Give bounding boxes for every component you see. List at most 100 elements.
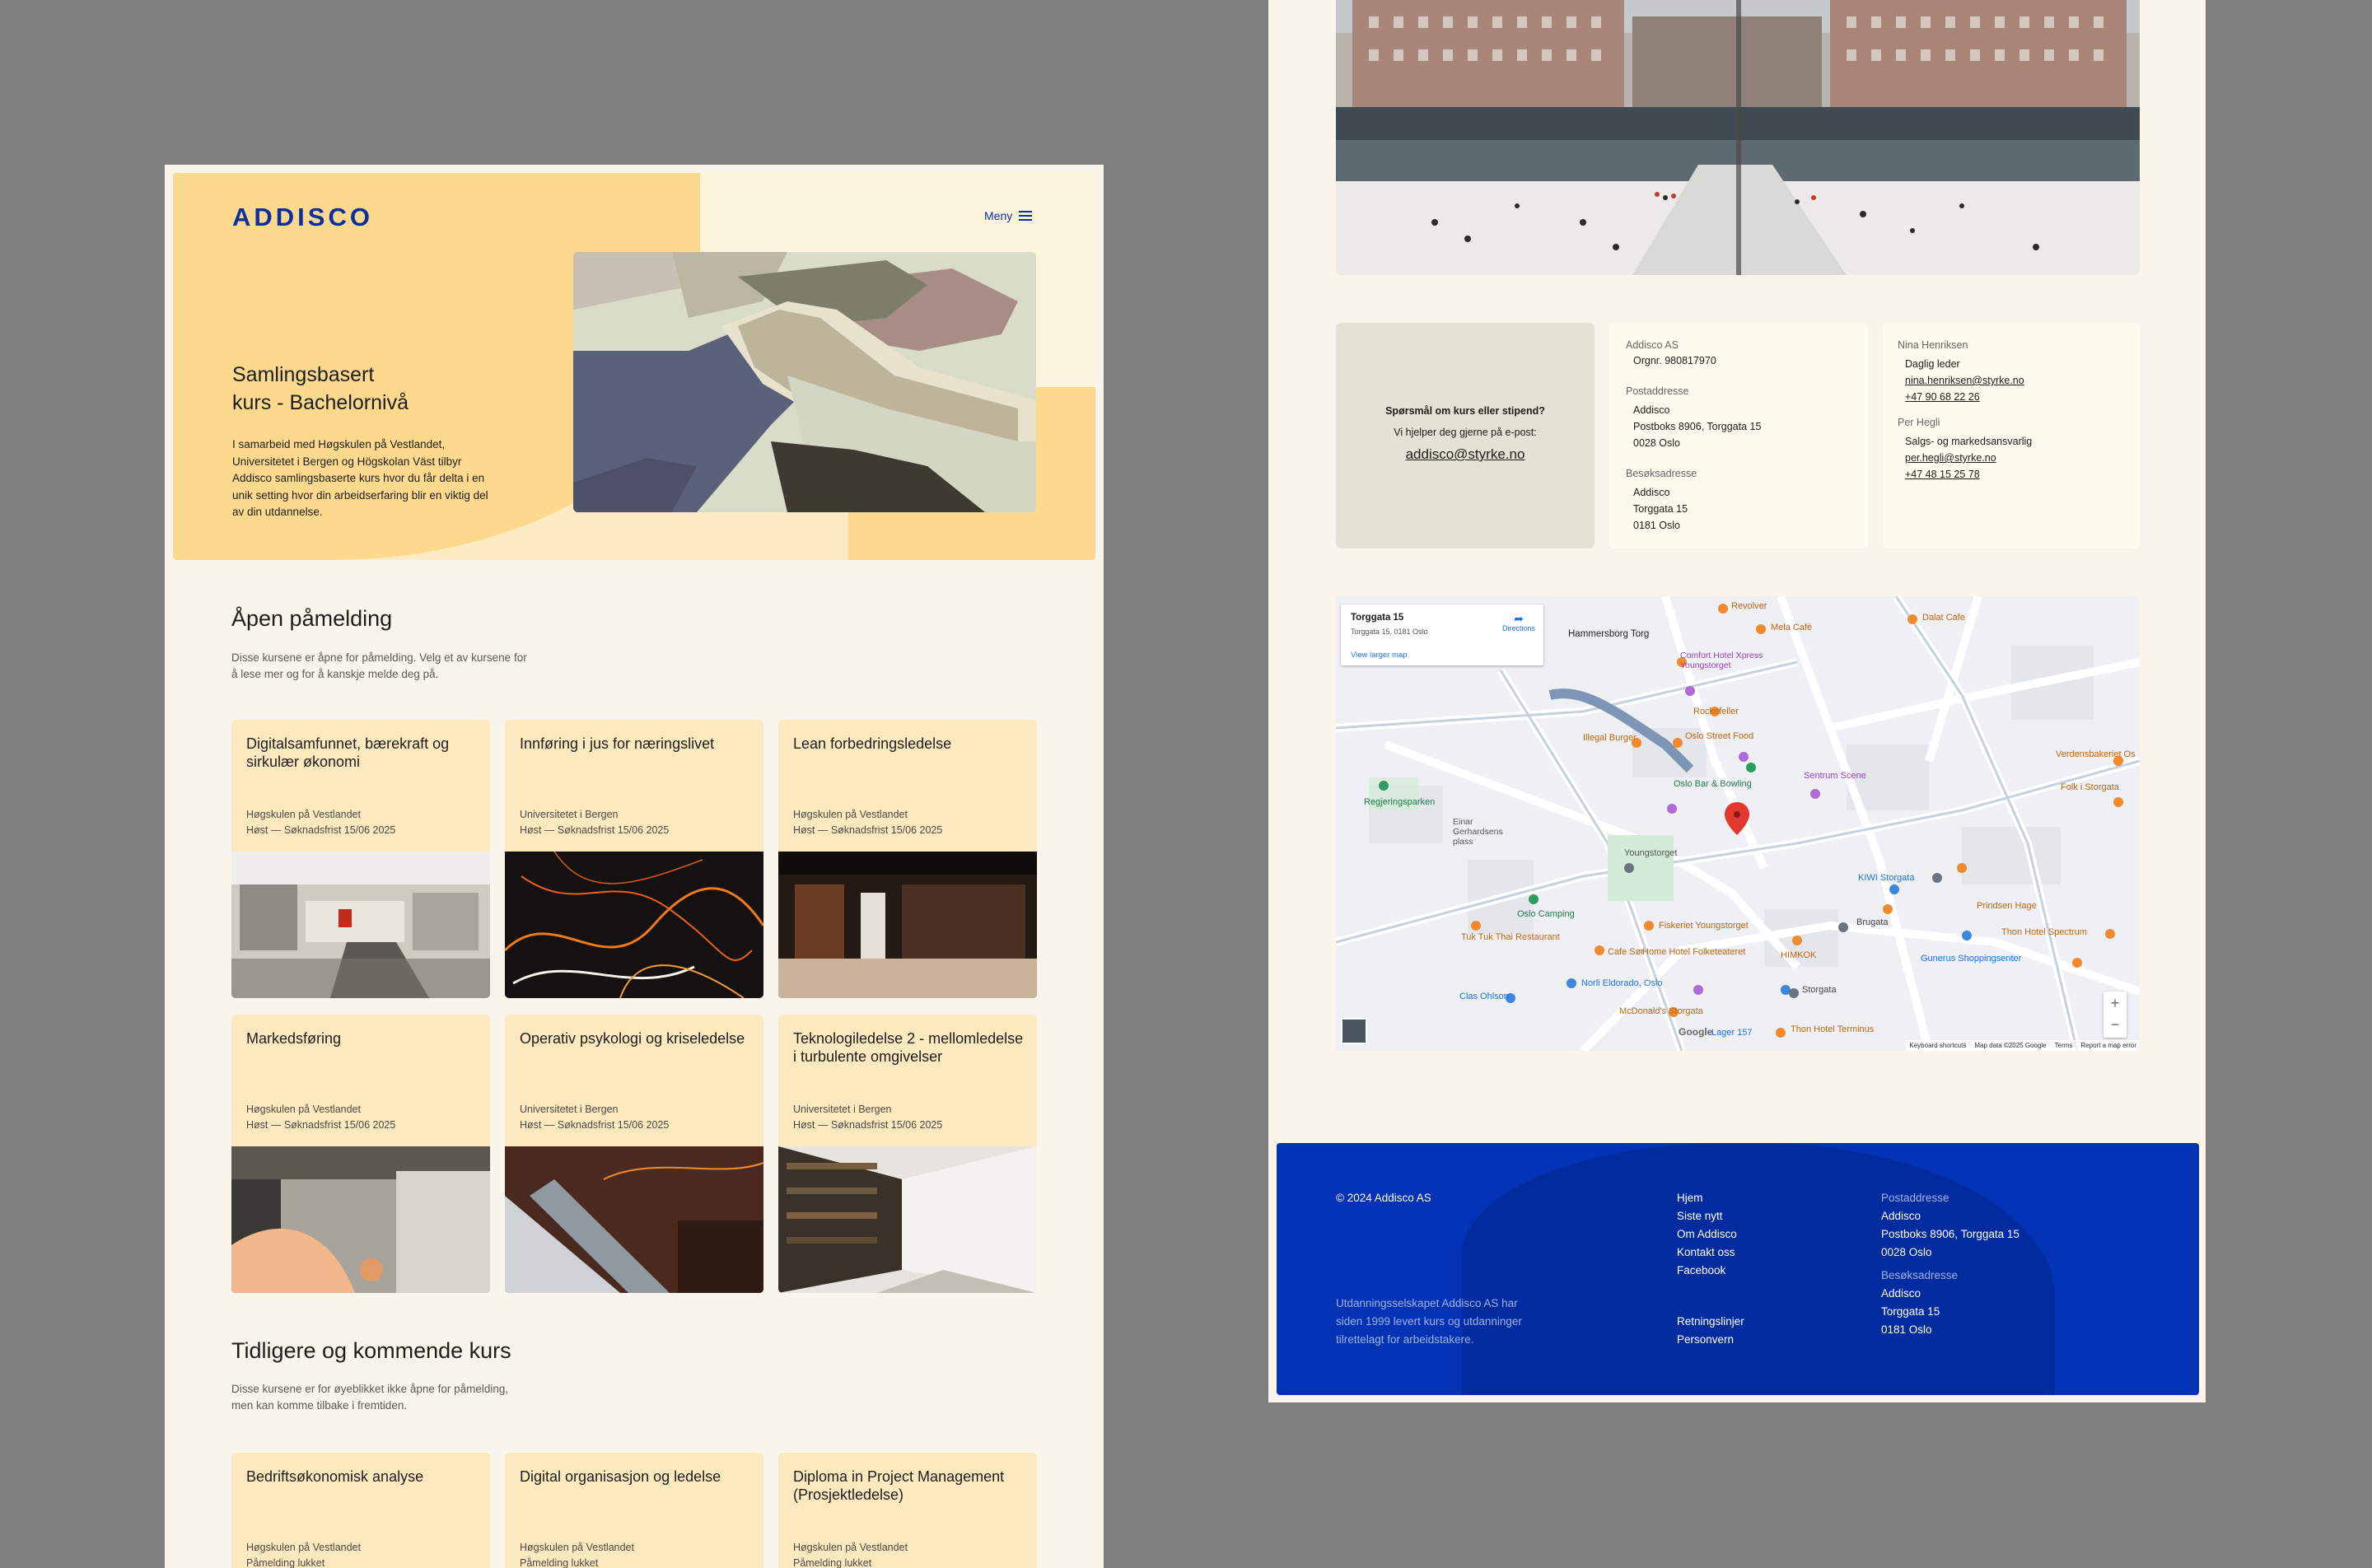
person-phone-link[interactable]: +47 90 68 22 26 (1905, 389, 2032, 405)
course-image (778, 852, 1037, 998)
map-label[interactable]: Cafe Sør (1608, 947, 1644, 957)
course-image (778, 1146, 1037, 1293)
course-card[interactable]: Teknologiledelse 2 - mellomledelse i tur… (778, 1015, 1037, 1293)
footer-copyright: © 2024 Addisco AS (1336, 1192, 1431, 1204)
course-card[interactable]: Bedriftsøkonomisk analyse Høgskulen på V… (231, 1453, 490, 1568)
map-label[interactable]: Mela Cafè (1771, 623, 1812, 632)
menu-button[interactable]: Meny (984, 209, 1033, 222)
visit-address-label: Besøksadresse (1626, 468, 1697, 479)
course-card[interactable]: Lean forbedringsledelse Høgskulen på Ves… (778, 720, 1037, 998)
map-label[interactable]: Sentrum Scene (1804, 771, 1866, 781)
course-school: Høgskulen på Vestlandet (793, 809, 908, 820)
directions-label: Directions (1501, 624, 1535, 632)
map-label[interactable]: Home Hotel Folketeateret (1642, 947, 1745, 957)
course-school: Universitetet i Bergen (793, 1104, 892, 1115)
person-name: Nina Henriksen (1898, 339, 1968, 351)
course-school: Universitetet i Bergen (520, 809, 619, 820)
person-phone-link[interactable]: +47 48 15 25 78 (1905, 466, 2032, 483)
person-role: Salgs- og markedsansvarlig (1905, 436, 2033, 447)
course-term: Høst — Søknadsfrist 15/06 2025 (793, 1119, 943, 1131)
course-card[interactable]: Diploma in Project Management (Prosjektl… (778, 1453, 1037, 1568)
footer-link-news[interactable]: Siste nytt (1677, 1207, 1737, 1225)
company-name: Addisco AS (1626, 339, 1679, 351)
course-title: Diploma in Project Management (Prosjektl… (793, 1468, 1005, 1503)
menu-label: Meny (984, 209, 1013, 222)
course-image (231, 1146, 490, 1293)
course-school: Høgskulen på Vestlandet (246, 809, 361, 820)
footer-link-facebook[interactable]: Facebook (1677, 1262, 1737, 1280)
zoom-control: + − (2104, 992, 2127, 1038)
oslo-opera-photo (1336, 0, 2140, 275)
contact-email-link[interactable]: addisco@styrke.no (1336, 446, 1595, 463)
terms-link[interactable]: Terms (2055, 1042, 2073, 1049)
map-place-address: Torggata 15, 0181 Oslo (1351, 628, 1428, 636)
footer-link-about[interactable]: Om Addisco (1677, 1225, 1737, 1244)
course-card[interactable]: Operativ psykologi og kriseledelse Unive… (505, 1015, 763, 1293)
course-image (505, 851, 763, 998)
course-term: Høst — Søknadsfrist 15/06 2025 (246, 824, 396, 836)
course-card[interactable]: Digital organisasjon og ledelse Høgskule… (505, 1453, 763, 1568)
past-section-text: Disse kursene er for øyeblikket ikke åpn… (231, 1383, 509, 1412)
map-label[interactable]: KIWI Storgata (1858, 873, 1914, 883)
keyboard-shortcuts-link[interactable]: Keyboard shortcuts (1909, 1042, 1966, 1049)
map-label[interactable]: Comfort Hotel Xpress Youngstorget (1680, 651, 1779, 670)
company-orgnr: Orgnr. 980817970 (1633, 355, 1716, 366)
course-title: Lean forbedringsledelse (793, 735, 952, 752)
map-label[interactable]: Tuk Tuk Thai Restaurant (1461, 932, 1560, 942)
map-label[interactable]: Dalat Cafe (1922, 613, 1965, 623)
person-email-link[interactable]: nina.henriksen@styrke.no (1905, 372, 2032, 389)
map-label[interactable]: HIMKOK (1781, 950, 1816, 960)
map-type-toggle[interactable] (1341, 1018, 1367, 1044)
directions-button[interactable]: ➦ Directions (1502, 613, 1535, 632)
course-term: Høst — Søknadsfrist 15/06 2025 (520, 1119, 670, 1131)
course-title: Innføring i jus for næringslivet (520, 735, 715, 752)
person-email-link[interactable]: per.hegli@styrke.no (1905, 450, 2032, 466)
map-label[interactable]: Revolver (1731, 601, 1767, 611)
hero-hands-image (573, 252, 1036, 512)
zoom-out-button[interactable]: − (2104, 1015, 2127, 1038)
map-label[interactable]: Oslo Street Food (1685, 731, 1753, 741)
logo[interactable]: ADDISCO (232, 203, 373, 232)
map-label: Einar Gerhardsens plass (1453, 817, 1503, 847)
map-label[interactable]: Illegal Burger (1583, 733, 1637, 743)
map-label[interactable]: Fiskeriet Youngstorget (1659, 921, 1749, 931)
report-error-link[interactable]: Report a map error (2080, 1042, 2136, 1049)
footer-link-home[interactable]: Hjem (1677, 1189, 1737, 1207)
map-label[interactable]: Clas Ohlson (1459, 992, 1509, 1001)
footer-visit-line: Addisco (1881, 1287, 1921, 1300)
map-label[interactable]: Lager 157 (1711, 1028, 1753, 1038)
course-card[interactable]: Digitalsamfunnet, bærekraft og sirkulær … (231, 720, 490, 998)
map-label[interactable]: Norli Eldorado, Oslo (1581, 978, 1662, 988)
course-card[interactable]: Innføring i jus for næringslivet Univers… (505, 720, 763, 998)
map-label[interactable]: Regjeringsparken (1364, 797, 1435, 807)
map-label[interactable]: Prindsen Hage (1977, 901, 2037, 911)
map-label[interactable]: Rockefeller (1693, 707, 1739, 716)
view-larger-map-link[interactable]: View larger map (1351, 651, 1407, 660)
map-label[interactable]: Thon Hotel Terminus (1791, 1024, 1874, 1034)
footer-link-privacy[interactable]: Personvern (1677, 1331, 1744, 1349)
zoom-in-button[interactable]: + (2104, 992, 2127, 1015)
course-term: Høst — Søknadsfrist 15/06 2025 (793, 824, 943, 836)
map-label[interactable]: Oslo Camping (1517, 909, 1575, 919)
footer-visit-line: 0181 Oslo (1881, 1323, 1932, 1336)
course-term: Høst — Søknadsfrist 15/06 2025 (246, 1119, 396, 1131)
course-card[interactable]: Markedsføring Høgskulen på Vestlandet Hø… (231, 1015, 490, 1293)
map-label[interactable]: Gunerus Shoppingsenter (1921, 954, 2021, 964)
site-footer: © 2024 Addisco AS Utdanningsselskapet Ad… (1277, 1143, 2199, 1395)
footer-link-contact[interactable]: Kontakt oss (1677, 1244, 1737, 1262)
map-label[interactable]: Oslo Bar & Bowling (1674, 779, 1752, 789)
contact-page: Spørsmål om kurs eller stipend? Vi hjelp… (1268, 0, 2206, 1402)
hamburger-icon (1019, 211, 1033, 221)
footer-link-guidelines[interactable]: Retningslinjer (1677, 1313, 1744, 1331)
course-image (505, 1146, 763, 1293)
footer-legal: Retningslinjer Personvern (1677, 1313, 1744, 1349)
contact-help: Vi hjelper deg gjerne på e-post: (1394, 427, 1537, 438)
map-label[interactable]: Verdensbakeriet Os (2056, 749, 2136, 759)
open-section-title: Åpen påmelding (231, 606, 393, 631)
map-label[interactable]: Folk i Storgata (2061, 782, 2119, 792)
map-label[interactable]: McDonald's Storgata (1619, 1006, 1703, 1016)
google-map[interactable]: Torggata 15 Torggata 15, 0181 Oslo View … (1336, 596, 2140, 1051)
map-label[interactable]: Thon Hotel Spectrum (2001, 927, 2087, 937)
course-title: Digitalsamfunnet, bærekraft og sirkulær … (246, 735, 450, 770)
course-title: Digital organisasjon og ledelse (520, 1468, 721, 1485)
